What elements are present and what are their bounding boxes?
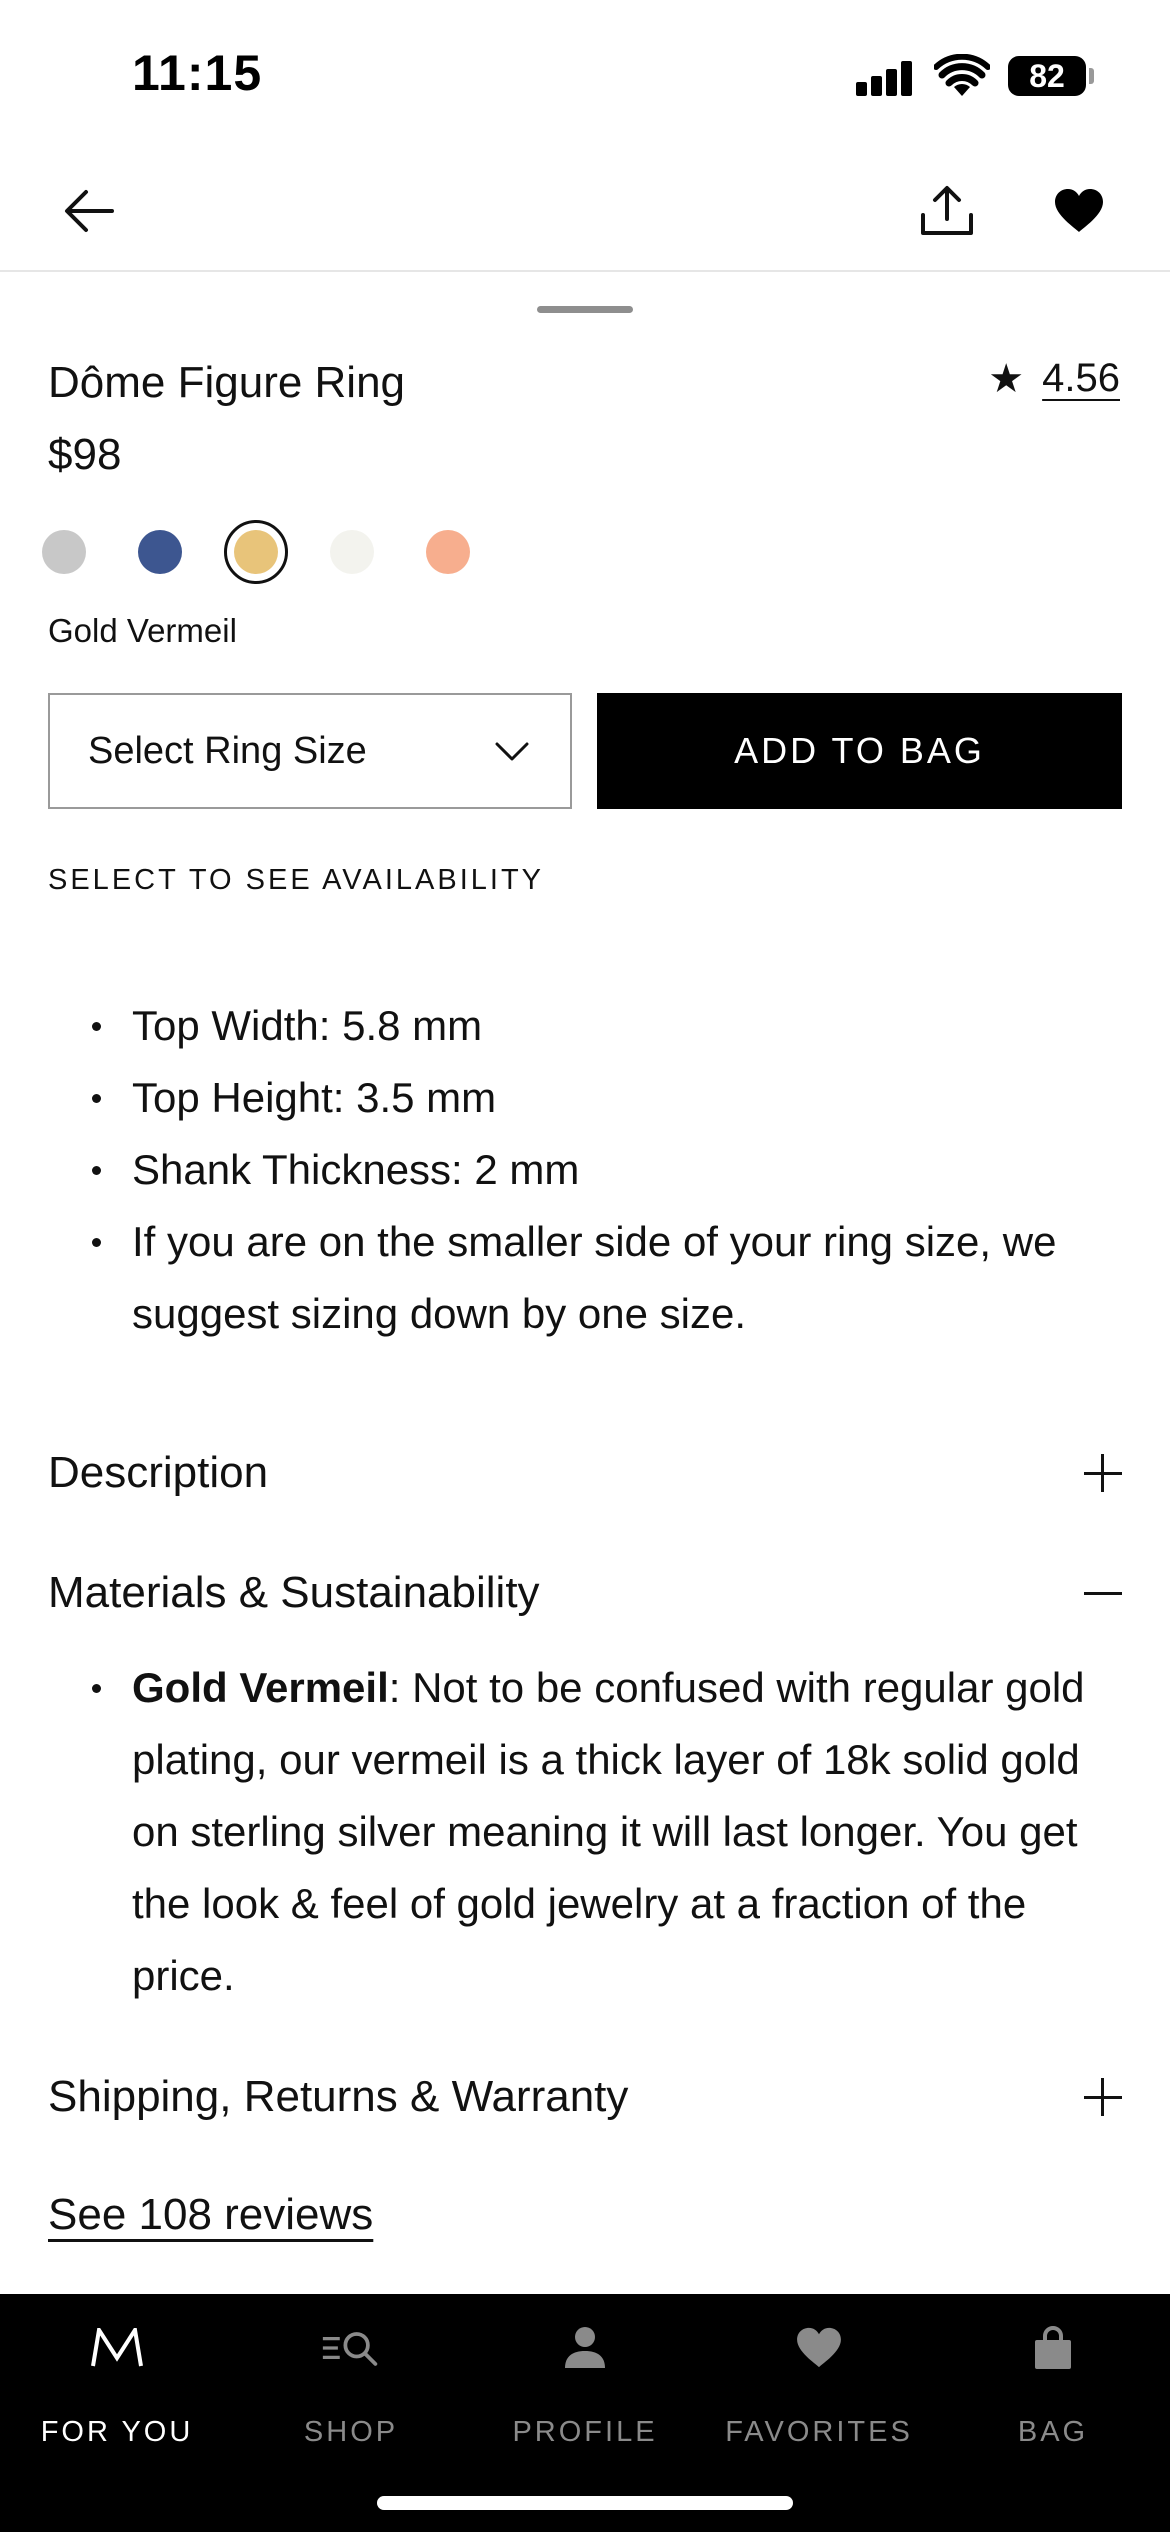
tab-label: FAVORITES — [725, 2416, 913, 2448]
swatch-gold[interactable] — [224, 520, 288, 584]
swatch-blue[interactable] — [128, 520, 192, 584]
rating[interactable]: ★ 4.56 — [988, 356, 1120, 401]
swatch-dot — [234, 530, 278, 574]
m-logo-icon — [87, 2318, 147, 2378]
swatch-dot — [42, 530, 86, 574]
ring-size-select-label: Select Ring Size — [88, 729, 367, 772]
color-swatches — [42, 520, 648, 584]
share-button[interactable] — [912, 176, 982, 246]
accordion-shipping[interactable]: Shipping, Returns & Warranty — [48, 2062, 1122, 2132]
materials-item-text: : Not to be confused with regular gold p… — [132, 1664, 1085, 1999]
spec-item: Top Height: 3.5 mm — [48, 1062, 1122, 1134]
tab-label: PROFILE — [512, 2416, 658, 2448]
battery-indicator: 82 — [1008, 56, 1086, 96]
person-icon — [555, 2318, 615, 2378]
back-arrow-icon — [65, 190, 114, 232]
spec-list: Top Width: 5.8 mm Top Height: 3.5 mm Sha… — [48, 990, 1122, 1350]
battery-cap — [1089, 68, 1094, 84]
status-time: 11:15 — [132, 45, 263, 101]
product-title: Dôme Figure Ring — [48, 358, 406, 407]
see-reviews-link[interactable]: See 108 reviews — [48, 2190, 373, 2240]
spec-item: Shank Thickness: 2 mm — [48, 1134, 1122, 1206]
bag-icon — [1023, 2318, 1083, 2378]
home-indicator[interactable] — [377, 2496, 793, 2510]
plus-icon — [1084, 2078, 1122, 2116]
chevron-down-icon — [495, 742, 529, 761]
tab-profile[interactable]: PROFILE — [468, 2294, 702, 2454]
materials-item: Gold Vermeil: Not to be confused with re… — [48, 1652, 1122, 2012]
swatch-rose[interactable] — [416, 520, 480, 584]
swatch-white[interactable] — [320, 520, 384, 584]
back-button[interactable] — [56, 178, 122, 244]
accordion-materials[interactable]: Materials & Sustainability — [48, 1558, 1122, 1628]
heart-icon — [1055, 189, 1103, 232]
materials-item-title: Gold Vermeil — [132, 1664, 389, 1711]
product-price: $98 — [48, 430, 122, 479]
rating-value[interactable]: 4.56 — [1042, 356, 1120, 401]
search-menu-icon — [321, 2318, 381, 2378]
tab-label: FOR YOU — [40, 2416, 194, 2448]
tab-favorites[interactable]: FAVORITES — [702, 2294, 936, 2454]
heart-icon — [789, 2318, 849, 2378]
swatch-dot — [330, 530, 374, 574]
star-icon: ★ — [988, 356, 1025, 401]
sheet-grabber[interactable] — [537, 306, 633, 313]
accordion-description[interactable]: Description — [48, 1438, 1122, 1508]
swatch-silver[interactable] — [32, 520, 96, 584]
swatch-dot — [426, 530, 470, 574]
top-nav — [0, 150, 1170, 272]
accordion-title: Shipping, Returns & Warranty — [48, 2072, 629, 2121]
spec-item: Top Width: 5.8 mm — [48, 990, 1122, 1062]
tab-label: SHOP — [303, 2416, 399, 2448]
tab-bag[interactable]: BAG — [936, 2294, 1170, 2454]
swatch-dot — [138, 530, 182, 574]
tab-shop[interactable]: SHOP — [234, 2294, 468, 2454]
status-bar: 11:15 82 — [0, 0, 1170, 150]
accordion-title: Description — [48, 1448, 269, 1497]
materials-content: Gold Vermeil: Not to be confused with re… — [48, 1652, 1122, 2012]
tab-label: BAG — [1017, 2416, 1089, 2448]
tab-for-you[interactable]: FOR YOU — [0, 2294, 234, 2454]
favorite-button[interactable] — [1044, 176, 1114, 246]
share-icon — [921, 186, 973, 235]
spec-item: If you are on the smaller side of your r… — [48, 1206, 1122, 1350]
signal-icon — [856, 60, 914, 96]
selected-color-name: Gold Vermeil — [48, 612, 237, 649]
add-to-bag-button[interactable]: ADD TO BAG — [597, 693, 1122, 809]
plus-icon — [1084, 1454, 1122, 1492]
accordion-title: Materials & Sustainability — [48, 1568, 540, 1617]
availability-note: SELECT TO SEE AVAILABILITY — [48, 864, 545, 896]
wifi-icon — [934, 54, 990, 96]
ring-size-select[interactable]: Select Ring Size — [48, 693, 572, 809]
minus-icon — [1084, 1574, 1122, 1612]
